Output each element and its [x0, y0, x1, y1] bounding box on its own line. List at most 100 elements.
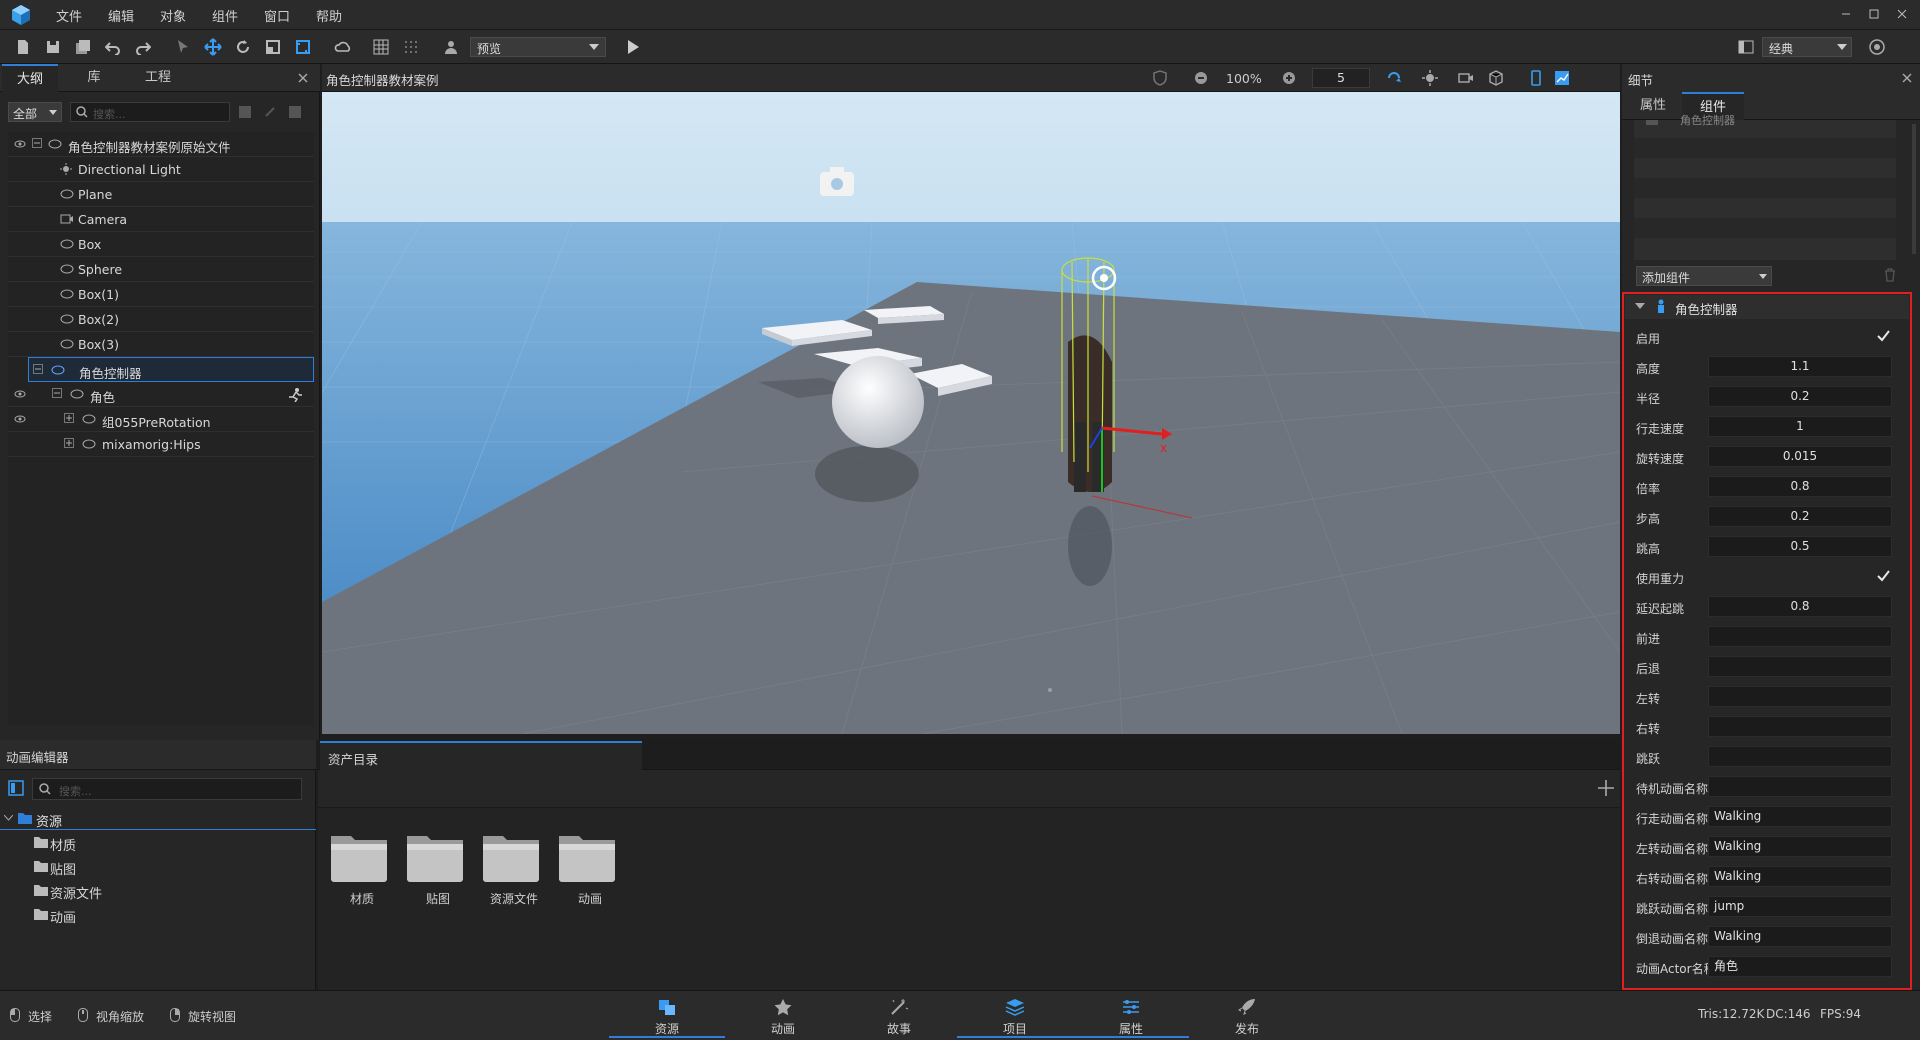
property-input[interactable]: 1: [1708, 416, 1892, 437]
tree-item-sphere[interactable]: Sphere: [8, 257, 314, 282]
property-input[interactable]: 0.8: [1708, 596, 1892, 617]
trash-icon[interactable]: [1884, 268, 1896, 282]
tab-project[interactable]: 工程: [130, 64, 186, 92]
menu-edit[interactable]: 编辑: [108, 6, 134, 25]
close-window-icon[interactable]: [1896, 8, 1908, 20]
save-all-icon[interactable]: [72, 36, 94, 58]
zoom-out-icon[interactable]: [1194, 71, 1208, 85]
tree-item-root[interactable]: 角色控制器教材案例原始文件: [8, 132, 314, 157]
maximize-icon[interactable]: [1868, 8, 1880, 20]
zoom-in-icon[interactable]: [1282, 71, 1296, 85]
add-icon[interactable]: [1598, 780, 1614, 796]
property-input[interactable]: Walking: [1708, 926, 1892, 947]
collapse-icon[interactable]: [52, 388, 62, 398]
bottom-tab-resources[interactable]: 资源: [609, 990, 725, 1038]
stats-icon[interactable]: [1554, 70, 1570, 86]
asset-folder-animations[interactable]: 动画: [557, 828, 623, 907]
expand-icon[interactable]: [64, 413, 74, 423]
layout-dropdown[interactable]: 经典: [1762, 37, 1852, 57]
tree-item-camera[interactable]: Camera: [8, 207, 314, 232]
cube-icon[interactable]: [1488, 70, 1504, 86]
add-component-dropdown[interactable]: 添加组件: [1636, 266, 1772, 286]
save-icon[interactable]: [42, 36, 64, 58]
asset-tree-item[interactable]: 动画: [32, 905, 232, 926]
tab-outline[interactable]: 大纲: [2, 64, 58, 92]
property-input[interactable]: Walking: [1708, 806, 1892, 827]
tree-item-directional-light[interactable]: Directional Light: [8, 157, 314, 182]
outline-filter-dropdown[interactable]: 全部: [8, 102, 62, 122]
property-input[interactable]: [1708, 716, 1892, 737]
asset-folder-resources[interactable]: 资源文件: [481, 828, 547, 907]
bottom-tab-project[interactable]: 项目: [957, 990, 1073, 1038]
redo-icon[interactable]: [132, 36, 154, 58]
panel-toggle-icon[interactable]: [8, 780, 24, 796]
property-input[interactable]: 0.015: [1708, 446, 1892, 467]
scene-viewport[interactable]: x: [322, 92, 1620, 734]
outline-search-input[interactable]: 搜索...: [70, 102, 230, 122]
layout-icon[interactable]: [1735, 36, 1757, 58]
collapse-icon[interactable]: [32, 138, 42, 148]
property-input[interactable]: 0.2: [1708, 386, 1892, 407]
tree-item-character[interactable]: 角色: [8, 382, 314, 407]
bottom-tab-publish[interactable]: 发布: [1189, 990, 1305, 1038]
controller-section-header[interactable]: 角色控制器: [1625, 295, 1909, 319]
visibility-eye-icon[interactable]: [14, 138, 26, 150]
sun-icon[interactable]: [1422, 70, 1438, 86]
asset-tree-item[interactable]: 贴图: [32, 857, 232, 878]
select-tool-icon[interactable]: [172, 36, 194, 58]
play-icon[interactable]: [622, 36, 644, 58]
asset-folder-textures[interactable]: 贴图: [405, 828, 471, 907]
scale-tool-icon[interactable]: [262, 36, 284, 58]
menu-component[interactable]: 组件: [212, 6, 238, 25]
property-input[interactable]: 0.5: [1708, 536, 1892, 557]
grid-icon[interactable]: [370, 36, 392, 58]
close-icon[interactable]: [1902, 73, 1912, 83]
menu-object[interactable]: 对象: [160, 6, 186, 25]
partial-checkbox[interactable]: [1646, 120, 1658, 125]
visibility-eye-icon[interactable]: [14, 413, 26, 425]
tree-item-prerotation[interactable]: 组055PreRotation: [8, 407, 314, 432]
menu-window[interactable]: 窗口: [264, 6, 290, 25]
link-icon[interactable]: [263, 105, 277, 119]
tree-item-plane[interactable]: Plane: [8, 182, 314, 207]
asset-tree-item[interactable]: 资源文件: [32, 881, 232, 902]
visibility-eye-icon[interactable]: [14, 388, 26, 400]
grid-size-input[interactable]: 5: [1312, 68, 1370, 88]
rotate-tool-icon[interactable]: [232, 36, 254, 58]
expand-icon[interactable]: [64, 438, 74, 448]
property-input[interactable]: jump: [1708, 896, 1892, 917]
bottom-tab-story[interactable]: 故事: [841, 990, 957, 1038]
property-input[interactable]: [1708, 746, 1892, 767]
move-tool-icon[interactable]: [202, 36, 224, 58]
dots-grid-icon[interactable]: [400, 36, 422, 58]
outline-tool-icon[interactable]: [238, 105, 252, 119]
property-input[interactable]: Walking: [1708, 836, 1892, 857]
new-file-icon[interactable]: [12, 36, 34, 58]
tree-item-hips[interactable]: mixamorig:Hips: [8, 432, 314, 457]
phone-icon[interactable]: [1528, 70, 1544, 86]
tree-item-box-2[interactable]: Box(2): [8, 307, 314, 332]
property-input[interactable]: 角色: [1708, 956, 1892, 977]
asset-tree-item[interactable]: 材质: [32, 833, 232, 854]
asset-tree-root[interactable]: 资源: [0, 808, 316, 830]
settings-icon[interactable]: [1866, 36, 1888, 58]
property-input[interactable]: Walking: [1708, 866, 1892, 887]
property-checkbox[interactable]: [1876, 569, 1890, 583]
minimize-icon[interactable]: [1840, 8, 1852, 20]
property-input[interactable]: [1708, 776, 1892, 797]
tree-item-box[interactable]: Box: [8, 232, 314, 257]
menu-help[interactable]: 帮助: [316, 6, 342, 25]
tree-item-box-1[interactable]: Box(1): [8, 282, 314, 307]
snap-icon[interactable]: [1386, 70, 1402, 86]
asset-search-input[interactable]: 搜索...: [32, 778, 302, 800]
video-camera-icon[interactable]: [1458, 70, 1474, 86]
property-input[interactable]: [1708, 686, 1892, 707]
rect-tool-icon[interactable]: [292, 36, 314, 58]
tree-item-character-controller[interactable]: 角色控制器: [28, 357, 314, 382]
property-input[interactable]: [1708, 656, 1892, 677]
property-input[interactable]: 0.2: [1708, 506, 1892, 527]
cloud-icon[interactable]: [332, 36, 354, 58]
tab-asset-directory[interactable]: 资产目录: [320, 741, 642, 770]
property-input[interactable]: 1.1: [1708, 356, 1892, 377]
image-icon[interactable]: [288, 105, 302, 119]
